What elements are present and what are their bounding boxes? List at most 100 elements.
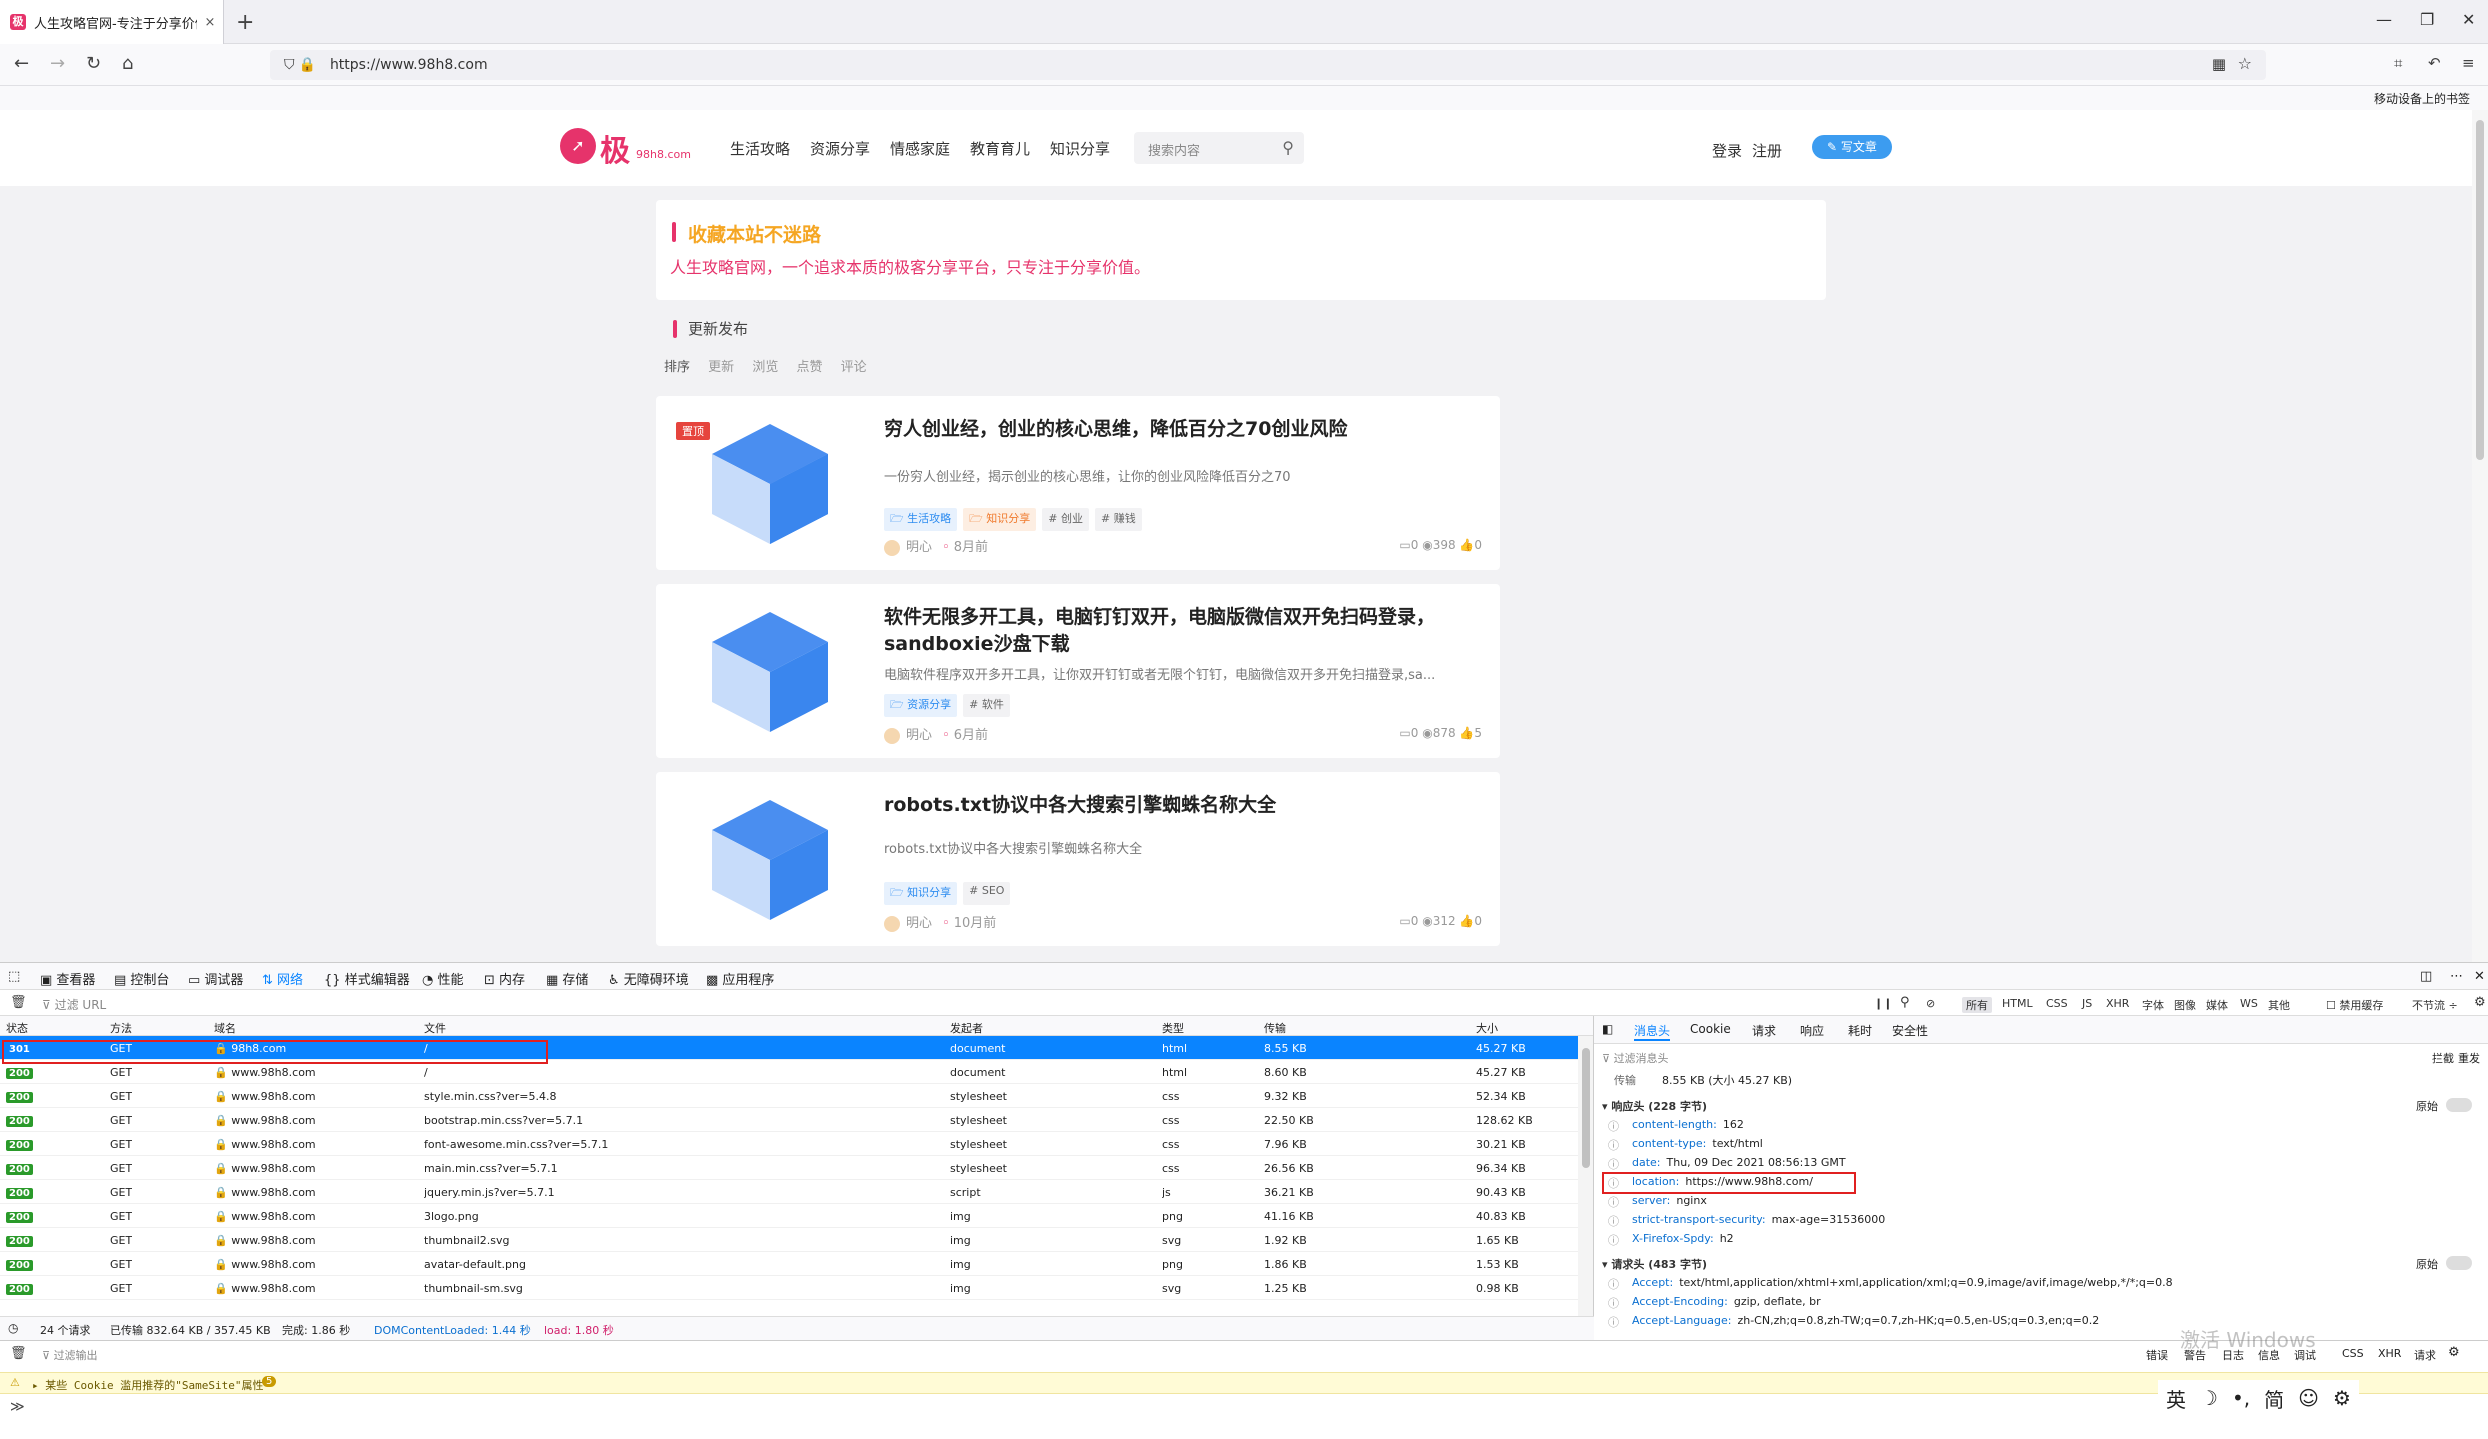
resend-button[interactable]: 重发: [2458, 1050, 2480, 1066]
login-link[interactable]: 登录: [1712, 140, 1742, 161]
article-card[interactable]: robots.txt协议中各大搜索引擎蜘蛛名称大全 robots.txt协议中各…: [656, 772, 1500, 946]
article-title[interactable]: 软件无限多开工具，电脑钉钉双开，电脑版微信双开免扫码登录，sandboxie沙盘…: [884, 604, 1484, 658]
request-row[interactable]: 200 GET 🔒 www.98h8.com 3logo.png img png 41.16…: [0, 1204, 1578, 1228]
filter-fonts[interactable]: 字体: [2142, 997, 2164, 1013]
console-settings-icon[interactable]: ⚙: [2448, 1345, 2460, 1360]
request-row[interactable]: 200 GET 🔒 www.98h8.com thumbnail2.svg img svg…: [0, 1228, 1578, 1252]
info-icon[interactable]: ⓘ: [1608, 1213, 1619, 1229]
tab-cookies[interactable]: Cookie: [1690, 1022, 1731, 1036]
menu-item-resources[interactable]: 资源分享: [810, 138, 870, 159]
menu-item-education[interactable]: 教育育儿: [970, 138, 1030, 159]
filter-all[interactable]: 所有: [1962, 997, 1992, 1013]
tool-debugger[interactable]: ▭ 调试器: [188, 969, 243, 988]
level-css[interactable]: CSS: [2342, 1347, 2364, 1360]
info-icon[interactable]: ⓘ: [1608, 1314, 1619, 1330]
filter-xhr[interactable]: XHR: [2106, 997, 2129, 1010]
level-xhr[interactable]: XHR: [2378, 1347, 2401, 1360]
dock-icon[interactable]: ◫: [2420, 969, 2432, 984]
col-transfer[interactable]: 传输: [1264, 1020, 1286, 1036]
search-icon[interactable]: ⚲: [1282, 138, 1294, 157]
request-row[interactable]: 200 GET 🔒 www.98h8.com bootstrap.min.css?ve…: [0, 1108, 1578, 1132]
element-picker-icon[interactable]: ⬚: [8, 969, 20, 984]
request-row[interactable]: 200 GET 🔒 www.98h8.com avatar-default.png im…: [0, 1252, 1578, 1276]
tag-keyword[interactable]: # 创业: [1042, 508, 1089, 531]
tag-keyword[interactable]: # 赚钱: [1095, 508, 1142, 531]
article-title[interactable]: robots.txt协议中各大搜索引擎蜘蛛名称大全: [884, 792, 1484, 819]
level-errors[interactable]: 错误: [2146, 1347, 2168, 1363]
tool-network[interactable]: ⇅ 网络: [262, 969, 303, 988]
filter-css[interactable]: CSS: [2046, 997, 2068, 1010]
article-title[interactable]: 穷人创业经，创业的核心思维，降低百分之70创业风险: [884, 416, 1484, 443]
tool-performance[interactable]: ◔ 性能: [422, 969, 464, 988]
author-name[interactable]: 明心: [906, 728, 932, 743]
shield-icon[interactable]: ⛉: [284, 57, 295, 73]
col-domain[interactable]: 域名: [214, 1020, 236, 1036]
close-devtools-icon[interactable]: ✕: [2474, 969, 2485, 984]
tab-close-icon[interactable]: ×: [197, 15, 223, 30]
tool-storage[interactable]: ▦ 存储: [546, 969, 588, 988]
info-icon[interactable]: ⓘ: [1608, 1137, 1619, 1153]
restore-icon[interactable]: ❐: [2420, 10, 2434, 29]
filter-js[interactable]: JS: [2082, 997, 2092, 1010]
lock-icon[interactable]: 🔒: [299, 57, 316, 73]
tab-timings[interactable]: 耗时: [1848, 1022, 1872, 1039]
sort-likes[interactable]: 点赞: [796, 360, 822, 375]
qr-code-icon[interactable]: ▦: [2212, 55, 2226, 73]
info-icon[interactable]: ⓘ: [1608, 1118, 1619, 1134]
clear-trash-icon[interactable]: 🗑: [10, 995, 27, 1010]
screenshot-icon[interactable]: ⌗: [2394, 54, 2402, 72]
tag-category[interactable]: 🗁 资源分享: [884, 694, 958, 717]
search-icon[interactable]: ⚲: [1900, 995, 1910, 1010]
request-headers-section[interactable]: ▾ 请求头 (483 字节): [1602, 1256, 1707, 1272]
url-bar[interactable]: ⛉ 🔒 https://www.98h8.com ▦ ☆: [270, 50, 2266, 80]
console-input[interactable]: ≫: [0, 1396, 2488, 1420]
info-icon[interactable]: ⓘ: [1608, 1295, 1619, 1311]
ime-emoji-icon[interactable]: ☺: [2298, 1386, 2319, 1410]
close-window-icon[interactable]: ✕: [2462, 10, 2475, 29]
menu-item-knowledge[interactable]: 知识分享: [1050, 138, 1110, 159]
register-link[interactable]: 注册: [1752, 140, 1782, 161]
tab-security[interactable]: 安全性: [1892, 1022, 1928, 1039]
request-list-scrollbar[interactable]: [1578, 1036, 1593, 1318]
col-file[interactable]: 文件: [424, 1020, 446, 1036]
console-filter-input[interactable]: ⊽ 过滤输出: [42, 1347, 98, 1363]
new-tab-button[interactable]: +: [236, 10, 254, 35]
raw-toggle[interactable]: [2446, 1256, 2472, 1270]
site-search-input[interactable]: 搜索内容 ⚲: [1134, 132, 1304, 164]
col-type[interactable]: 类型: [1162, 1020, 1184, 1036]
article-card[interactable]: 置顶 穷人创业经，创业的核心思维，降低百分之70创业风险 一份穷人创业经，揭示创…: [656, 396, 1500, 570]
clear-console-icon[interactable]: 🗑: [10, 1346, 27, 1361]
tag-category[interactable]: 🗁 生活攻略: [884, 508, 958, 531]
tab-headers[interactable]: 消息头: [1634, 1022, 1671, 1041]
tool-inspector[interactable]: ▣ 查看器: [40, 969, 95, 988]
author-name[interactable]: 明心: [906, 916, 932, 931]
ime-simplified[interactable]: 简: [2264, 1384, 2284, 1413]
menu-icon[interactable]: ≡: [2462, 54, 2475, 72]
info-icon[interactable]: ⓘ: [1608, 1194, 1619, 1210]
sort-comments[interactable]: 评论: [841, 360, 867, 375]
filter-media[interactable]: 媒体: [2206, 997, 2228, 1013]
request-row[interactable]: 200 GET 🔒 www.98h8.com font-awesome.min.css…: [0, 1132, 1578, 1156]
bookmark-star-icon[interactable]: ☆: [2238, 54, 2252, 73]
filter-headers-input[interactable]: ⊽ 过滤消息头: [1602, 1050, 1669, 1066]
raw-toggle[interactable]: [2446, 1098, 2472, 1112]
undo-icon[interactable]: ↶: [2428, 54, 2441, 72]
avatar[interactable]: [884, 539, 900, 556]
tool-console[interactable]: ▤ 控制台: [114, 969, 169, 988]
avatar[interactable]: [884, 727, 900, 744]
sort-views[interactable]: 浏览: [752, 360, 778, 375]
article-card[interactable]: 软件无限多开工具，电脑钉钉双开，电脑版微信双开免扫码登录，sandboxie沙盘…: [656, 584, 1500, 758]
menu-item-family[interactable]: 情感家庭: [890, 138, 950, 159]
tag-category[interactable]: 🗁 知识分享: [963, 508, 1037, 531]
request-row[interactable]: 200 GET 🔒 www.98h8.com jquery.min.js?ver=5.…: [0, 1180, 1578, 1204]
sort-update[interactable]: 更新: [708, 360, 734, 375]
avatar[interactable]: [884, 915, 900, 932]
col-method[interactable]: 方法: [110, 1020, 132, 1036]
console-warning[interactable]: ⚠ ▸ 某些 Cookie 滥用推荐的"SameSite"属性 5: [0, 1372, 2488, 1394]
request-row[interactable]: 200 GET 🔒 www.98h8.com style.min.css?ver=5.…: [0, 1084, 1578, 1108]
toggle-panel-icon[interactable]: ◧: [1602, 1022, 1613, 1036]
tool-application[interactable]: ▩ 应用程序: [706, 969, 774, 988]
ime-punctuation-icon[interactable]: •,: [2232, 1386, 2250, 1410]
back-icon[interactable]: ←: [14, 53, 29, 74]
filter-html[interactable]: HTML: [2002, 997, 2033, 1010]
